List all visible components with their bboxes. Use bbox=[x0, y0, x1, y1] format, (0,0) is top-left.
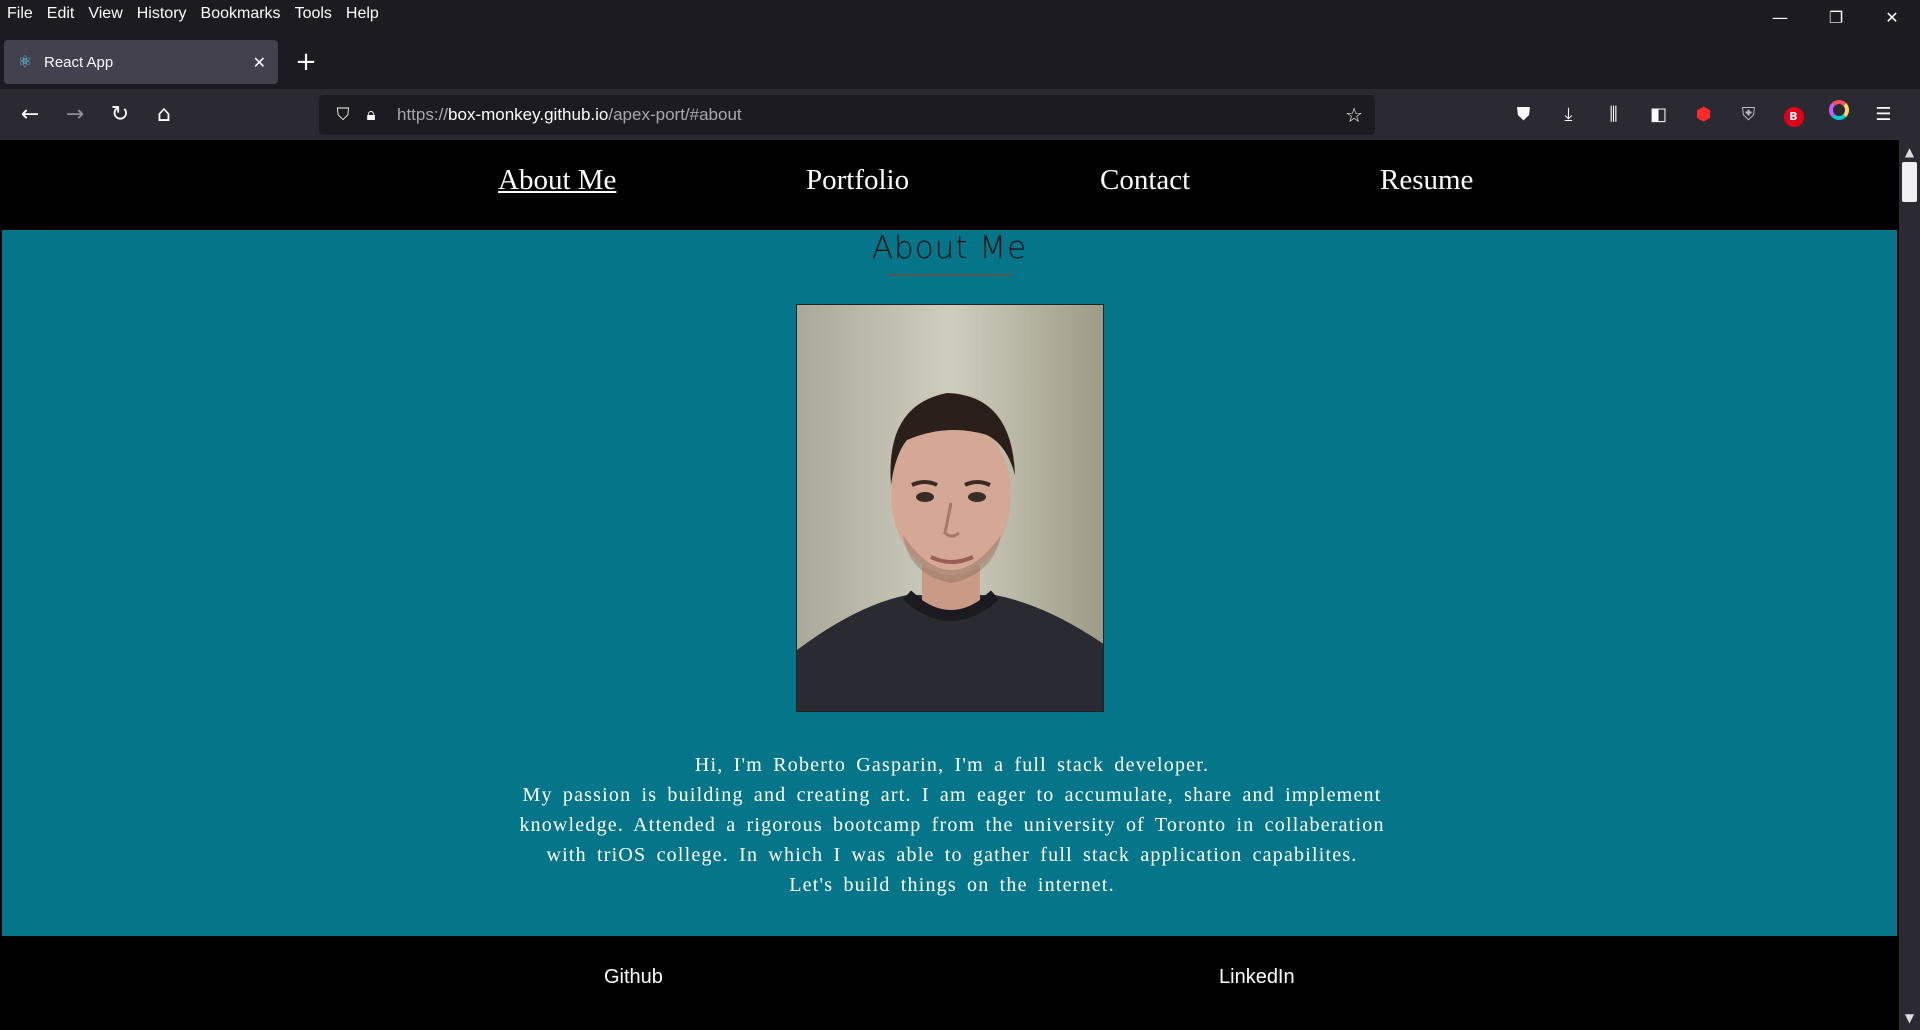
menu-history[interactable]: History bbox=[130, 5, 194, 23]
navigation-toolbar: ← → ↻ ⌂ ⛉ 🔒︎ https://box-monkey.github.i… bbox=[0, 89, 1920, 140]
bio-line: with triOS college. In which I was able … bbox=[546, 844, 1358, 866]
color-extension-icon[interactable] bbox=[1816, 99, 1861, 131]
new-tab-button[interactable]: + bbox=[290, 47, 322, 79]
url-text[interactable]: https://box-monkey.github.io/apex-port/#… bbox=[397, 105, 742, 125]
about-title: About Me bbox=[871, 230, 1028, 266]
back-button[interactable]: ← bbox=[14, 99, 46, 131]
tracking-protection-icon[interactable]: ⛉ bbox=[331, 105, 355, 125]
forward-button[interactable]: → bbox=[59, 99, 91, 131]
bio-line: Let's build things on the internet. bbox=[789, 874, 1115, 896]
page-viewport: About Me Portfolio Contact Resume About … bbox=[0, 140, 1899, 1030]
ublock-icon[interactable]: ⬢ bbox=[1681, 99, 1726, 131]
scroll-thumb[interactable] bbox=[1902, 162, 1917, 202]
site-nav: About Me Portfolio Contact Resume bbox=[0, 140, 1899, 230]
profile-photo bbox=[796, 304, 1104, 712]
close-tab-icon[interactable]: ✕ bbox=[253, 53, 266, 72]
tab-bar: ⚛ React App ✕ + bbox=[0, 27, 1920, 89]
site-footer: Github LinkedIn bbox=[0, 936, 1899, 1030]
tab-react-app[interactable]: ⚛ React App ✕ bbox=[4, 40, 278, 84]
scroll-up-icon[interactable]: ▲ bbox=[1899, 142, 1920, 162]
about-section: About Me Hi, I'm Roberto Gasparin, I'm a… bbox=[2, 230, 1897, 936]
bookmark-star-icon[interactable]: ☆ bbox=[1345, 103, 1363, 127]
toolbar-icons: ⛊ ⤓ ⫼ ◧ ⬢ ⛨ B ☰ bbox=[1501, 99, 1906, 131]
nav-link-about-me[interactable]: About Me bbox=[498, 164, 616, 197]
title-underline bbox=[888, 274, 1012, 276]
page-scrollbar[interactable]: ▲ ▼ bbox=[1899, 140, 1920, 1030]
profile-photo-art bbox=[797, 305, 1103, 711]
menu-bar: File Edit View History Bookmarks Tools H… bbox=[0, 0, 1920, 27]
react-icon: ⚛ bbox=[17, 52, 33, 71]
menu-view[interactable]: View bbox=[81, 5, 129, 23]
footer-link-linkedin[interactable]: LinkedIn bbox=[1219, 966, 1295, 989]
bio-line: Hi, I'm Roberto Gasparin, I'm a full sta… bbox=[694, 754, 1210, 776]
scroll-down-icon[interactable]: ▼ bbox=[1899, 1008, 1920, 1028]
reload-button[interactable]: ↻ bbox=[104, 99, 136, 131]
bitwarden-icon[interactable]: B bbox=[1771, 99, 1816, 131]
bio-line: My passion is building and creating art.… bbox=[522, 784, 1382, 806]
menu-help[interactable]: Help bbox=[339, 5, 386, 23]
footer-link-github[interactable]: Github bbox=[604, 966, 663, 989]
home-button[interactable]: ⌂ bbox=[148, 99, 180, 131]
menu-icon[interactable]: ☰ bbox=[1861, 99, 1906, 131]
nav-link-contact[interactable]: Contact bbox=[1100, 164, 1190, 197]
nav-link-portfolio[interactable]: Portfolio bbox=[806, 164, 909, 197]
menu-file[interactable]: File bbox=[0, 5, 40, 23]
sidebar-icon[interactable]: ◧ bbox=[1636, 99, 1681, 131]
tab-title: React App bbox=[44, 53, 114, 71]
about-bio: Hi, I'm Roberto Gasparin, I'm a full sta… bbox=[482, 750, 1422, 900]
nav-link-resume[interactable]: Resume bbox=[1380, 164, 1473, 197]
lock-icon[interactable]: 🔒︎ bbox=[359, 105, 383, 125]
menu-edit[interactable]: Edit bbox=[40, 5, 82, 23]
library-icon[interactable]: ⫼ bbox=[1591, 99, 1636, 131]
menu-bookmarks[interactable]: Bookmarks bbox=[194, 5, 288, 23]
menu-tools[interactable]: Tools bbox=[288, 5, 339, 23]
shield-extension-icon[interactable]: ⛨ bbox=[1726, 99, 1771, 131]
pocket-icon[interactable]: ⛊ bbox=[1501, 99, 1546, 131]
url-bar[interactable]: ⛉ 🔒︎ https://box-monkey.github.io/apex-p… bbox=[319, 95, 1375, 135]
bio-line: knowledge. Attended a rigorous bootcamp … bbox=[519, 814, 1385, 836]
downloads-icon[interactable]: ⤓ bbox=[1546, 99, 1591, 131]
